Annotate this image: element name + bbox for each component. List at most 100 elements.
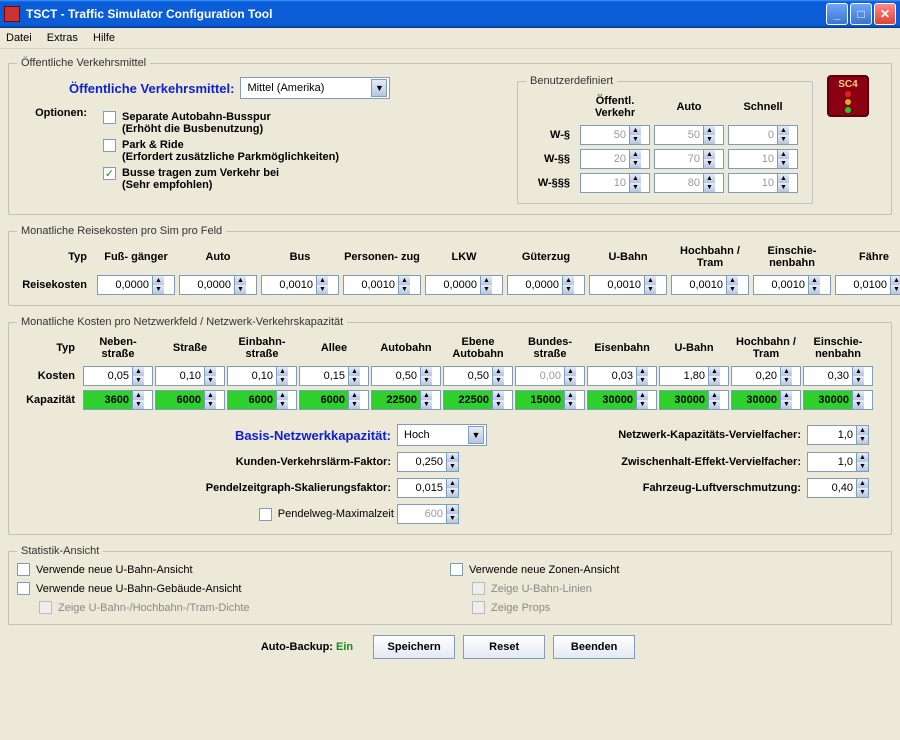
cust-0-fast[interactable]: ▲▼ — [728, 125, 798, 145]
spin-down-icon[interactable]: ▼ — [856, 462, 868, 471]
reset-button[interactable]: Reset — [463, 635, 545, 659]
maxtime-checkbox[interactable] — [259, 508, 272, 521]
stats-subway-checkbox[interactable] — [17, 563, 30, 576]
spin-up-icon[interactable]: ▲ — [852, 367, 864, 376]
cust-1-auto[interactable]: ▲▼ — [654, 149, 724, 169]
travel-cost-1-input[interactable] — [180, 276, 234, 294]
net-cost-0[interactable]: ▲▼ — [83, 366, 153, 386]
cust-2-transit[interactable]: ▲▼ — [580, 173, 650, 193]
spin-up-icon[interactable]: ▲ — [644, 276, 656, 285]
spin-down-icon[interactable]: ▼ — [780, 376, 792, 385]
spin-down-icon[interactable]: ▼ — [316, 285, 328, 294]
cust-1-auto-input[interactable] — [655, 150, 703, 168]
spin-down-icon[interactable]: ▼ — [726, 285, 738, 294]
spin-up-icon[interactable]: ▲ — [780, 391, 792, 400]
spin-down-icon[interactable]: ▼ — [152, 285, 164, 294]
maxtime-spin[interactable]: ▲▼ — [397, 504, 459, 524]
travel-cost-7[interactable]: ▲▼ — [671, 275, 749, 295]
spin-down-icon[interactable]: ▼ — [703, 135, 715, 144]
net-cap-3-input[interactable] — [300, 391, 348, 409]
spin-up-icon[interactable]: ▲ — [316, 276, 328, 285]
spin-up-icon[interactable]: ▲ — [446, 479, 458, 488]
net-cap-7[interactable]: ▲▼ — [587, 390, 657, 410]
spin-up-icon[interactable]: ▲ — [480, 276, 492, 285]
spin-up-icon[interactable]: ▲ — [703, 150, 715, 159]
net-cap-0-input[interactable] — [84, 391, 132, 409]
spin-up-icon[interactable]: ▲ — [629, 174, 641, 183]
spin-down-icon[interactable]: ▼ — [446, 488, 458, 497]
spin-up-icon[interactable]: ▲ — [708, 367, 720, 376]
net-cost-8[interactable]: ▲▼ — [659, 366, 729, 386]
travel-cost-7-input[interactable] — [672, 276, 726, 294]
spin-down-icon[interactable]: ▼ — [492, 376, 504, 385]
net-cost-9[interactable]: ▲▼ — [731, 366, 801, 386]
spin-up-icon[interactable]: ▲ — [420, 391, 432, 400]
spin-down-icon[interactable]: ▼ — [446, 462, 458, 471]
capacity-mult-spin-input[interactable] — [808, 426, 856, 444]
spin-down-icon[interactable]: ▼ — [276, 400, 288, 409]
spin-down-icon[interactable]: ▼ — [808, 285, 820, 294]
spin-down-icon[interactable]: ▼ — [780, 400, 792, 409]
net-cost-3-input[interactable] — [300, 367, 348, 385]
spin-up-icon[interactable]: ▲ — [204, 391, 216, 400]
net-cap-1[interactable]: ▲▼ — [155, 390, 225, 410]
net-cap-9[interactable]: ▲▼ — [731, 390, 801, 410]
travel-cost-0[interactable]: ▲▼ — [97, 275, 175, 295]
net-cost-4[interactable]: ▲▼ — [371, 366, 441, 386]
spin-up-icon[interactable]: ▲ — [492, 391, 504, 400]
spin-up-icon[interactable]: ▲ — [446, 453, 458, 462]
intersection-spin-input[interactable] — [808, 453, 856, 471]
net-cap-10-input[interactable] — [804, 391, 852, 409]
spin-down-icon[interactable]: ▼ — [856, 488, 868, 497]
spin-down-icon[interactable]: ▼ — [564, 400, 576, 409]
spin-down-icon[interactable]: ▼ — [348, 400, 360, 409]
spin-down-icon[interactable]: ▼ — [777, 135, 789, 144]
spin-up-icon[interactable]: ▲ — [152, 276, 164, 285]
spin-down-icon[interactable]: ▼ — [398, 285, 410, 294]
stats-subway-bldg-checkbox[interactable] — [17, 582, 30, 595]
cust-0-auto[interactable]: ▲▼ — [654, 125, 724, 145]
cust-0-fast-input[interactable] — [729, 126, 777, 144]
maxtime-spin-input[interactable] — [398, 505, 446, 523]
travel-cost-8-input[interactable] — [754, 276, 808, 294]
spin-up-icon[interactable]: ▲ — [890, 276, 900, 285]
spin-up-icon[interactable]: ▲ — [564, 367, 576, 376]
spin-down-icon[interactable]: ▼ — [420, 376, 432, 385]
spin-down-icon[interactable]: ▼ — [204, 400, 216, 409]
stats-zones-checkbox[interactable] — [450, 563, 463, 576]
travel-cost-4[interactable]: ▲▼ — [425, 275, 503, 295]
spin-down-icon[interactable]: ▼ — [636, 400, 648, 409]
spin-up-icon[interactable]: ▲ — [726, 276, 738, 285]
spin-up-icon[interactable]: ▲ — [808, 276, 820, 285]
travel-cost-9[interactable]: ▲▼ — [835, 275, 900, 295]
spin-up-icon[interactable]: ▲ — [562, 276, 574, 285]
opt-parkride-checkbox[interactable] — [103, 139, 116, 152]
spin-up-icon[interactable]: ▲ — [348, 367, 360, 376]
spin-down-icon[interactable]: ▼ — [708, 376, 720, 385]
spin-down-icon[interactable]: ▼ — [636, 376, 648, 385]
spin-up-icon[interactable]: ▲ — [856, 479, 868, 488]
spin-up-icon[interactable]: ▲ — [629, 126, 641, 135]
net-cap-6[interactable]: ▲▼ — [515, 390, 585, 410]
net-cost-5[interactable]: ▲▼ — [443, 366, 513, 386]
transit-preset-select[interactable]: Mittel (Amerika) ▼ — [240, 77, 390, 99]
net-cost-7[interactable]: ▲▼ — [587, 366, 657, 386]
spin-up-icon[interactable]: ▲ — [777, 150, 789, 159]
graph-scale-spin-input[interactable] — [398, 479, 446, 497]
travel-cost-3[interactable]: ▲▼ — [343, 275, 421, 295]
spin-down-icon[interactable]: ▼ — [777, 159, 789, 168]
net-cost-1-input[interactable] — [156, 367, 204, 385]
spin-up-icon[interactable]: ▲ — [446, 505, 458, 514]
save-button[interactable]: Speichern — [373, 635, 455, 659]
noise-spin-input[interactable] — [398, 453, 446, 471]
travel-cost-2-input[interactable] — [262, 276, 316, 294]
spin-down-icon[interactable]: ▼ — [276, 376, 288, 385]
intersection-spin[interactable]: ▲▼ — [807, 452, 869, 472]
net-cap-3[interactable]: ▲▼ — [299, 390, 369, 410]
base-capacity-select[interactable]: Hoch ▼ — [397, 424, 487, 446]
spin-down-icon[interactable]: ▼ — [629, 135, 641, 144]
net-cap-7-input[interactable] — [588, 391, 636, 409]
spin-down-icon[interactable]: ▼ — [644, 285, 656, 294]
cust-1-fast[interactable]: ▲▼ — [728, 149, 798, 169]
cust-0-auto-input[interactable] — [655, 126, 703, 144]
